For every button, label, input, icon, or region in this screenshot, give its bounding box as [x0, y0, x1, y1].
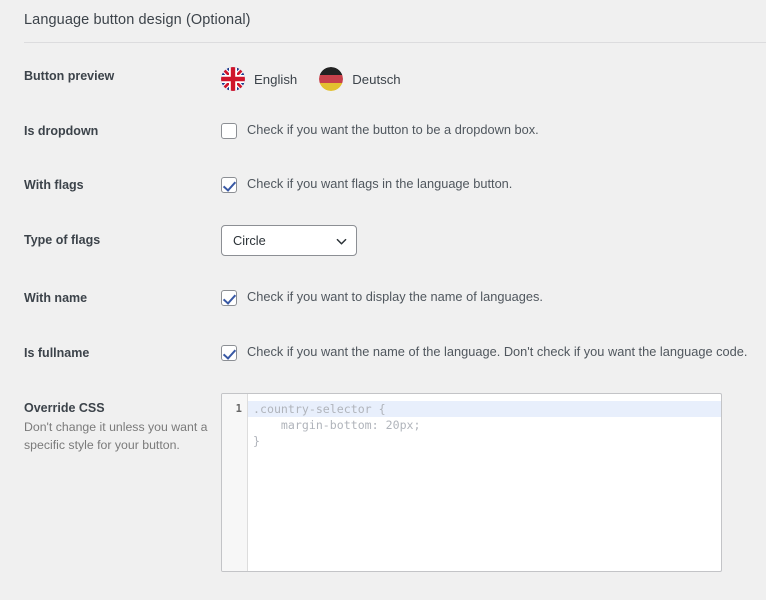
checkbox-is-fullname-line[interactable]: Check if you want the name of the langua… [221, 344, 756, 361]
checkbox-with-name-line[interactable]: Check if you want to display the name of… [221, 289, 756, 306]
preview-language-name: English [254, 72, 297, 87]
row-label-override-css: Override CSS Don't change it unless you … [24, 399, 209, 455]
code-line: .country-selector { [248, 401, 721, 417]
row-field-type-of-flags: Circle [221, 225, 756, 256]
language-button-design-panel: Language button design (Optional) Button… [0, 0, 766, 600]
checkbox-is-dropdown[interactable] [221, 123, 237, 139]
row-field-with-flags: Check if you want flags in the language … [221, 176, 756, 193]
section-title: Language button design (Optional) [24, 12, 251, 28]
section-divider [24, 42, 766, 43]
row-label-with-flags: With flags [24, 176, 209, 194]
row-description-override-css: Don't change it unless you want a specif… [24, 419, 209, 455]
row-label-text: Override CSS [24, 401, 105, 415]
row-label-text: Button preview [24, 69, 114, 83]
row-field-is-dropdown: Check if you want the button to be a dro… [221, 122, 756, 139]
row-field-button-preview: English Deutsch [221, 67, 756, 91]
select-type-of-flags[interactable]: Circle [221, 225, 357, 256]
code-editor-content[interactable]: .country-selector { margin-bottom: 20px;… [248, 394, 721, 571]
checkbox-with-flags-line[interactable]: Check if you want flags in the language … [221, 176, 756, 193]
override-css-code-editor[interactable]: 1 .country-selector { margin-bottom: 20p… [221, 393, 722, 572]
row-label-text: With flags [24, 178, 84, 192]
row-label-text: Type of flags [24, 233, 100, 247]
chevron-down-icon [336, 236, 345, 245]
code-line-number: 1 [222, 401, 247, 417]
select-type-of-flags-value: Circle [222, 233, 266, 248]
checkbox-with-flags[interactable] [221, 177, 237, 193]
button-preview: English Deutsch [221, 67, 756, 91]
row-label-button-preview: Button preview [24, 67, 209, 85]
flag-united-kingdom-circle-icon [221, 67, 245, 91]
preview-language-name: Deutsch [352, 72, 400, 87]
flag-germany-circle-icon [319, 67, 343, 91]
code-line: margin-bottom: 20px; [248, 417, 721, 433]
row-label-text: Is dropdown [24, 124, 98, 138]
checkbox-is-dropdown-line[interactable]: Check if you want the button to be a dro… [221, 122, 756, 139]
row-label-is-fullname: Is fullname [24, 344, 209, 362]
row-label-is-dropdown: Is dropdown [24, 122, 209, 140]
checkbox-is-fullname[interactable] [221, 345, 237, 361]
code-line: } [248, 433, 721, 449]
code-editor-gutter: 1 [222, 394, 248, 571]
preview-language-english[interactable]: English [221, 67, 297, 91]
row-label-text: With name [24, 291, 87, 305]
checkbox-is-fullname-label: Check if you want the name of the langua… [247, 344, 747, 360]
checkbox-with-name[interactable] [221, 290, 237, 306]
row-label-type-of-flags: Type of flags [24, 231, 209, 249]
checkbox-is-dropdown-label: Check if you want the button to be a dro… [247, 122, 539, 138]
checkbox-with-name-label: Check if you want to display the name of… [247, 289, 543, 305]
row-field-with-name: Check if you want to display the name of… [221, 289, 756, 306]
row-label-with-name: With name [24, 289, 209, 307]
checkbox-with-flags-label: Check if you want flags in the language … [247, 176, 512, 192]
row-field-is-fullname: Check if you want the name of the langua… [221, 344, 756, 361]
preview-language-deutsch[interactable]: Deutsch [319, 67, 400, 91]
row-label-text: Is fullname [24, 346, 89, 360]
